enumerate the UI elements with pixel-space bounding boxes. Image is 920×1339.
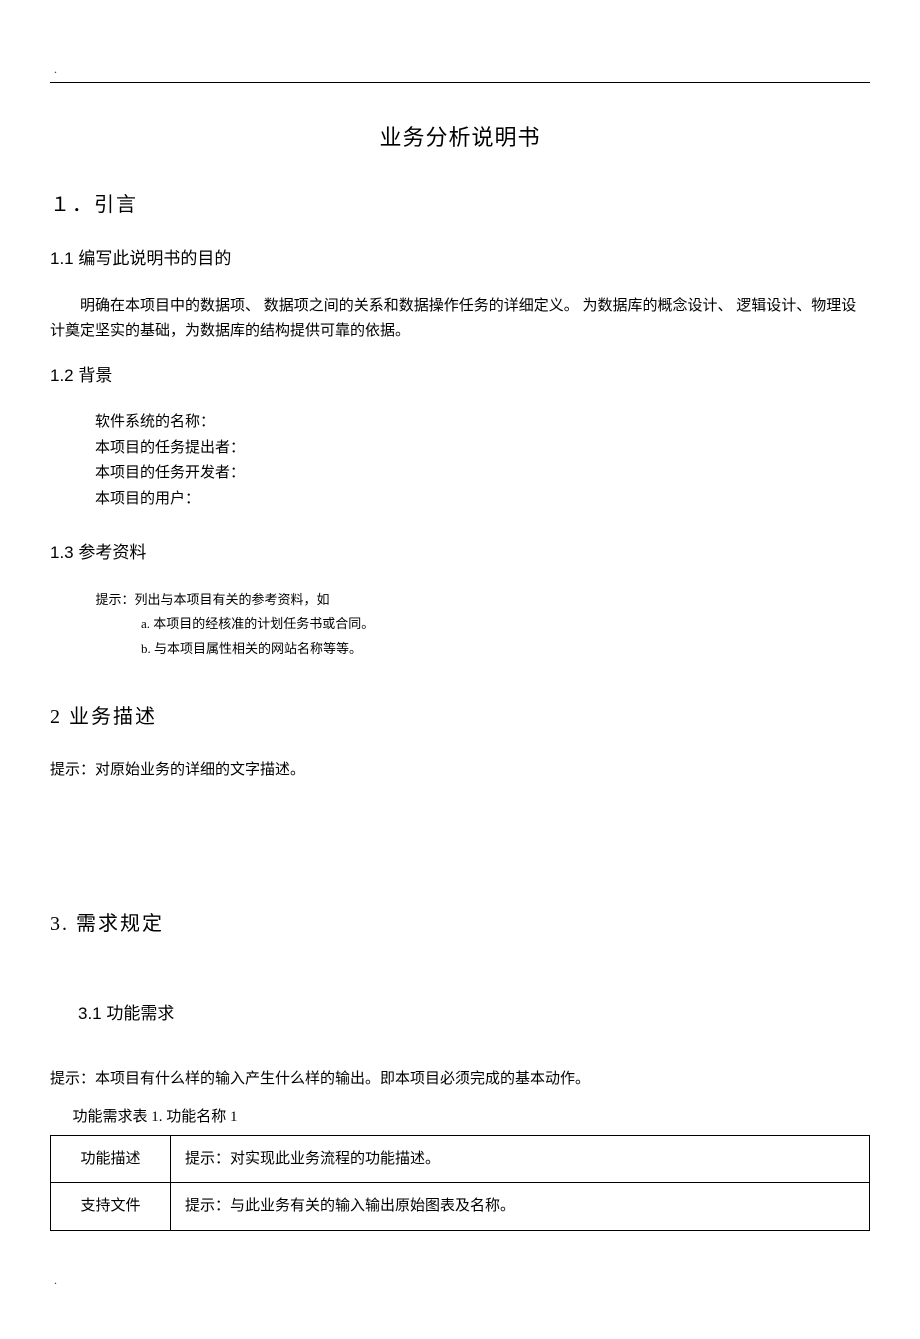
field-task-developer: 本项目的任务开发者：: [95, 461, 870, 487]
header-rule: [50, 82, 870, 83]
section-1-1-paragraph: 明确在本项目中的数据项、 数据项之间的关系和数据操作任务的详细定义。 为数据库的…: [50, 294, 870, 345]
cell-label-function-desc: 功能描述: [51, 1135, 171, 1183]
section-3-1-heading: 3.1 功能需求: [78, 1001, 870, 1027]
reference-item-a: a. 本项目的经核准的计划任务书或合同。: [141, 612, 870, 637]
footer-marker: .: [54, 1271, 870, 1289]
table-row: 功能描述 提示：对实现此业务流程的功能描述。: [51, 1135, 870, 1183]
cell-label-support-file: 支持文件: [51, 1183, 171, 1231]
section-1-2-heading: 1.2 背景: [50, 363, 870, 389]
section-2-hint: 提示：对原始业务的详细的文字描述。: [50, 758, 870, 784]
cell-value-support-file: 提示：与此业务有关的输入输出原始图表及名称。: [171, 1183, 870, 1231]
section-1-heading: １．引言: [50, 190, 870, 220]
functional-req-table-caption: 功能需求表 1. 功能名称 1: [73, 1106, 871, 1129]
document-title: 业务分析说明书: [50, 121, 870, 154]
table-row: 支持文件 提示：与此业务有关的输入输出原始图表及名称。: [51, 1183, 870, 1231]
functional-requirement-table: 功能描述 提示：对实现此业务流程的功能描述。 支持文件 提示：与此业务有关的输入…: [50, 1135, 870, 1231]
section-2-heading: 2 业务描述: [50, 702, 870, 732]
section-3-1-hint: 提示：本项目有什么样的输入产生什么样的输出。即本项目必须完成的基本动作。: [50, 1067, 870, 1093]
cell-value-function-desc: 提示：对实现此业务流程的功能描述。: [171, 1135, 870, 1183]
background-field-list: 软件系统的名称： 本项目的任务提出者： 本项目的任务开发者： 本项目的用户：: [95, 410, 870, 512]
section-1-3-heading: 1.3 参考资料: [50, 540, 870, 566]
reference-item-b: b. 与本项目属性相关的网站名称等等。: [141, 637, 870, 662]
field-task-proposer: 本项目的任务提出者：: [95, 436, 870, 462]
section-1-1-heading: 1.1 编写此说明书的目的: [50, 246, 870, 272]
field-project-user: 本项目的用户：: [95, 487, 870, 513]
section-3-heading: 3. 需求规定: [50, 909, 870, 939]
field-software-name: 软件系统的名称：: [95, 410, 870, 436]
reference-hint: 提示：列出与本项目有关的参考资料，如: [96, 588, 871, 613]
header-marker: .: [54, 60, 870, 78]
